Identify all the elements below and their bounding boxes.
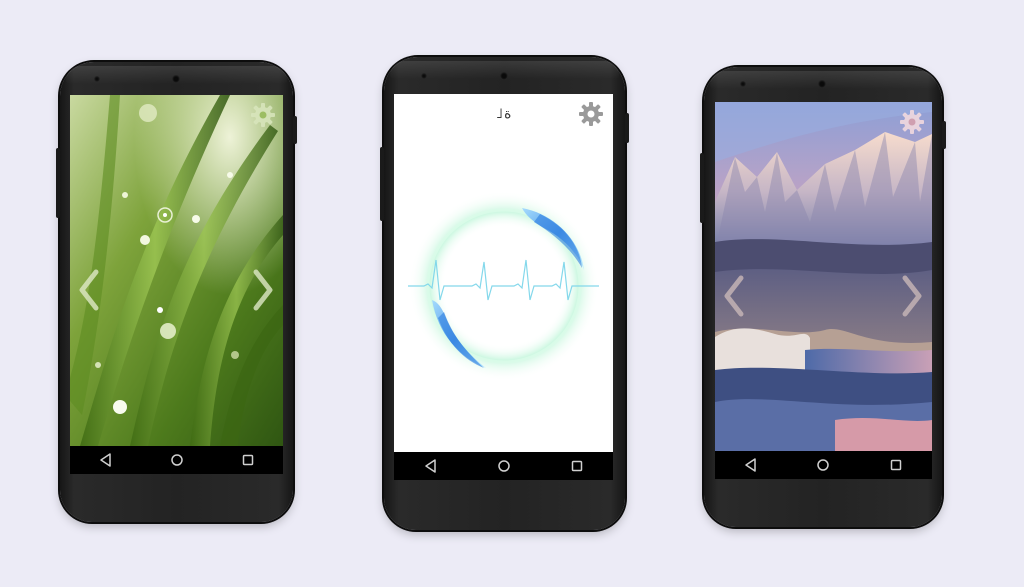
- chevron-left-icon[interactable]: [76, 268, 102, 312]
- phone-center: ˩ة: [380, 57, 629, 530]
- back-triangle-icon[interactable]: [418, 455, 444, 477]
- power-button: [293, 116, 297, 144]
- chevron-right-icon[interactable]: [899, 274, 925, 318]
- settings-gear-icon[interactable]: [578, 101, 604, 127]
- screen-right: [715, 102, 932, 479]
- front-camera: [818, 80, 826, 88]
- volume-button: [700, 153, 704, 223]
- power-button: [942, 121, 946, 149]
- front-camera: [500, 72, 508, 80]
- screen-center: ˩ة: [394, 94, 613, 480]
- volume-button: [56, 148, 60, 218]
- navigation-bar: [70, 446, 283, 474]
- settings-gear-icon[interactable]: [899, 109, 925, 135]
- volume-button: [380, 147, 384, 221]
- home-circle-icon[interactable]: [164, 449, 190, 471]
- sensor-dot: [740, 81, 746, 87]
- front-camera: [172, 75, 180, 83]
- phone-left: [56, 62, 297, 522]
- power-button: [625, 113, 629, 143]
- home-circle-icon[interactable]: [491, 455, 517, 477]
- navigation-bar: [394, 452, 613, 480]
- chevron-left-icon[interactable]: [721, 274, 747, 318]
- recents-square-icon[interactable]: [235, 449, 261, 471]
- settings-gear-icon[interactable]: [250, 102, 276, 128]
- navigation-bar: [715, 451, 932, 479]
- chevron-right-icon[interactable]: [250, 268, 276, 312]
- sensor-dot: [421, 73, 427, 79]
- back-triangle-icon[interactable]: [738, 454, 764, 476]
- home-circle-icon[interactable]: [810, 454, 836, 476]
- phone-right: [700, 67, 946, 527]
- recents-square-icon[interactable]: [883, 454, 909, 476]
- heartbeat-ring-visual: [408, 191, 599, 381]
- back-triangle-icon[interactable]: [93, 449, 119, 471]
- sensor-dot: [94, 76, 100, 82]
- screen-left: [70, 95, 283, 474]
- recents-square-icon[interactable]: [564, 455, 590, 477]
